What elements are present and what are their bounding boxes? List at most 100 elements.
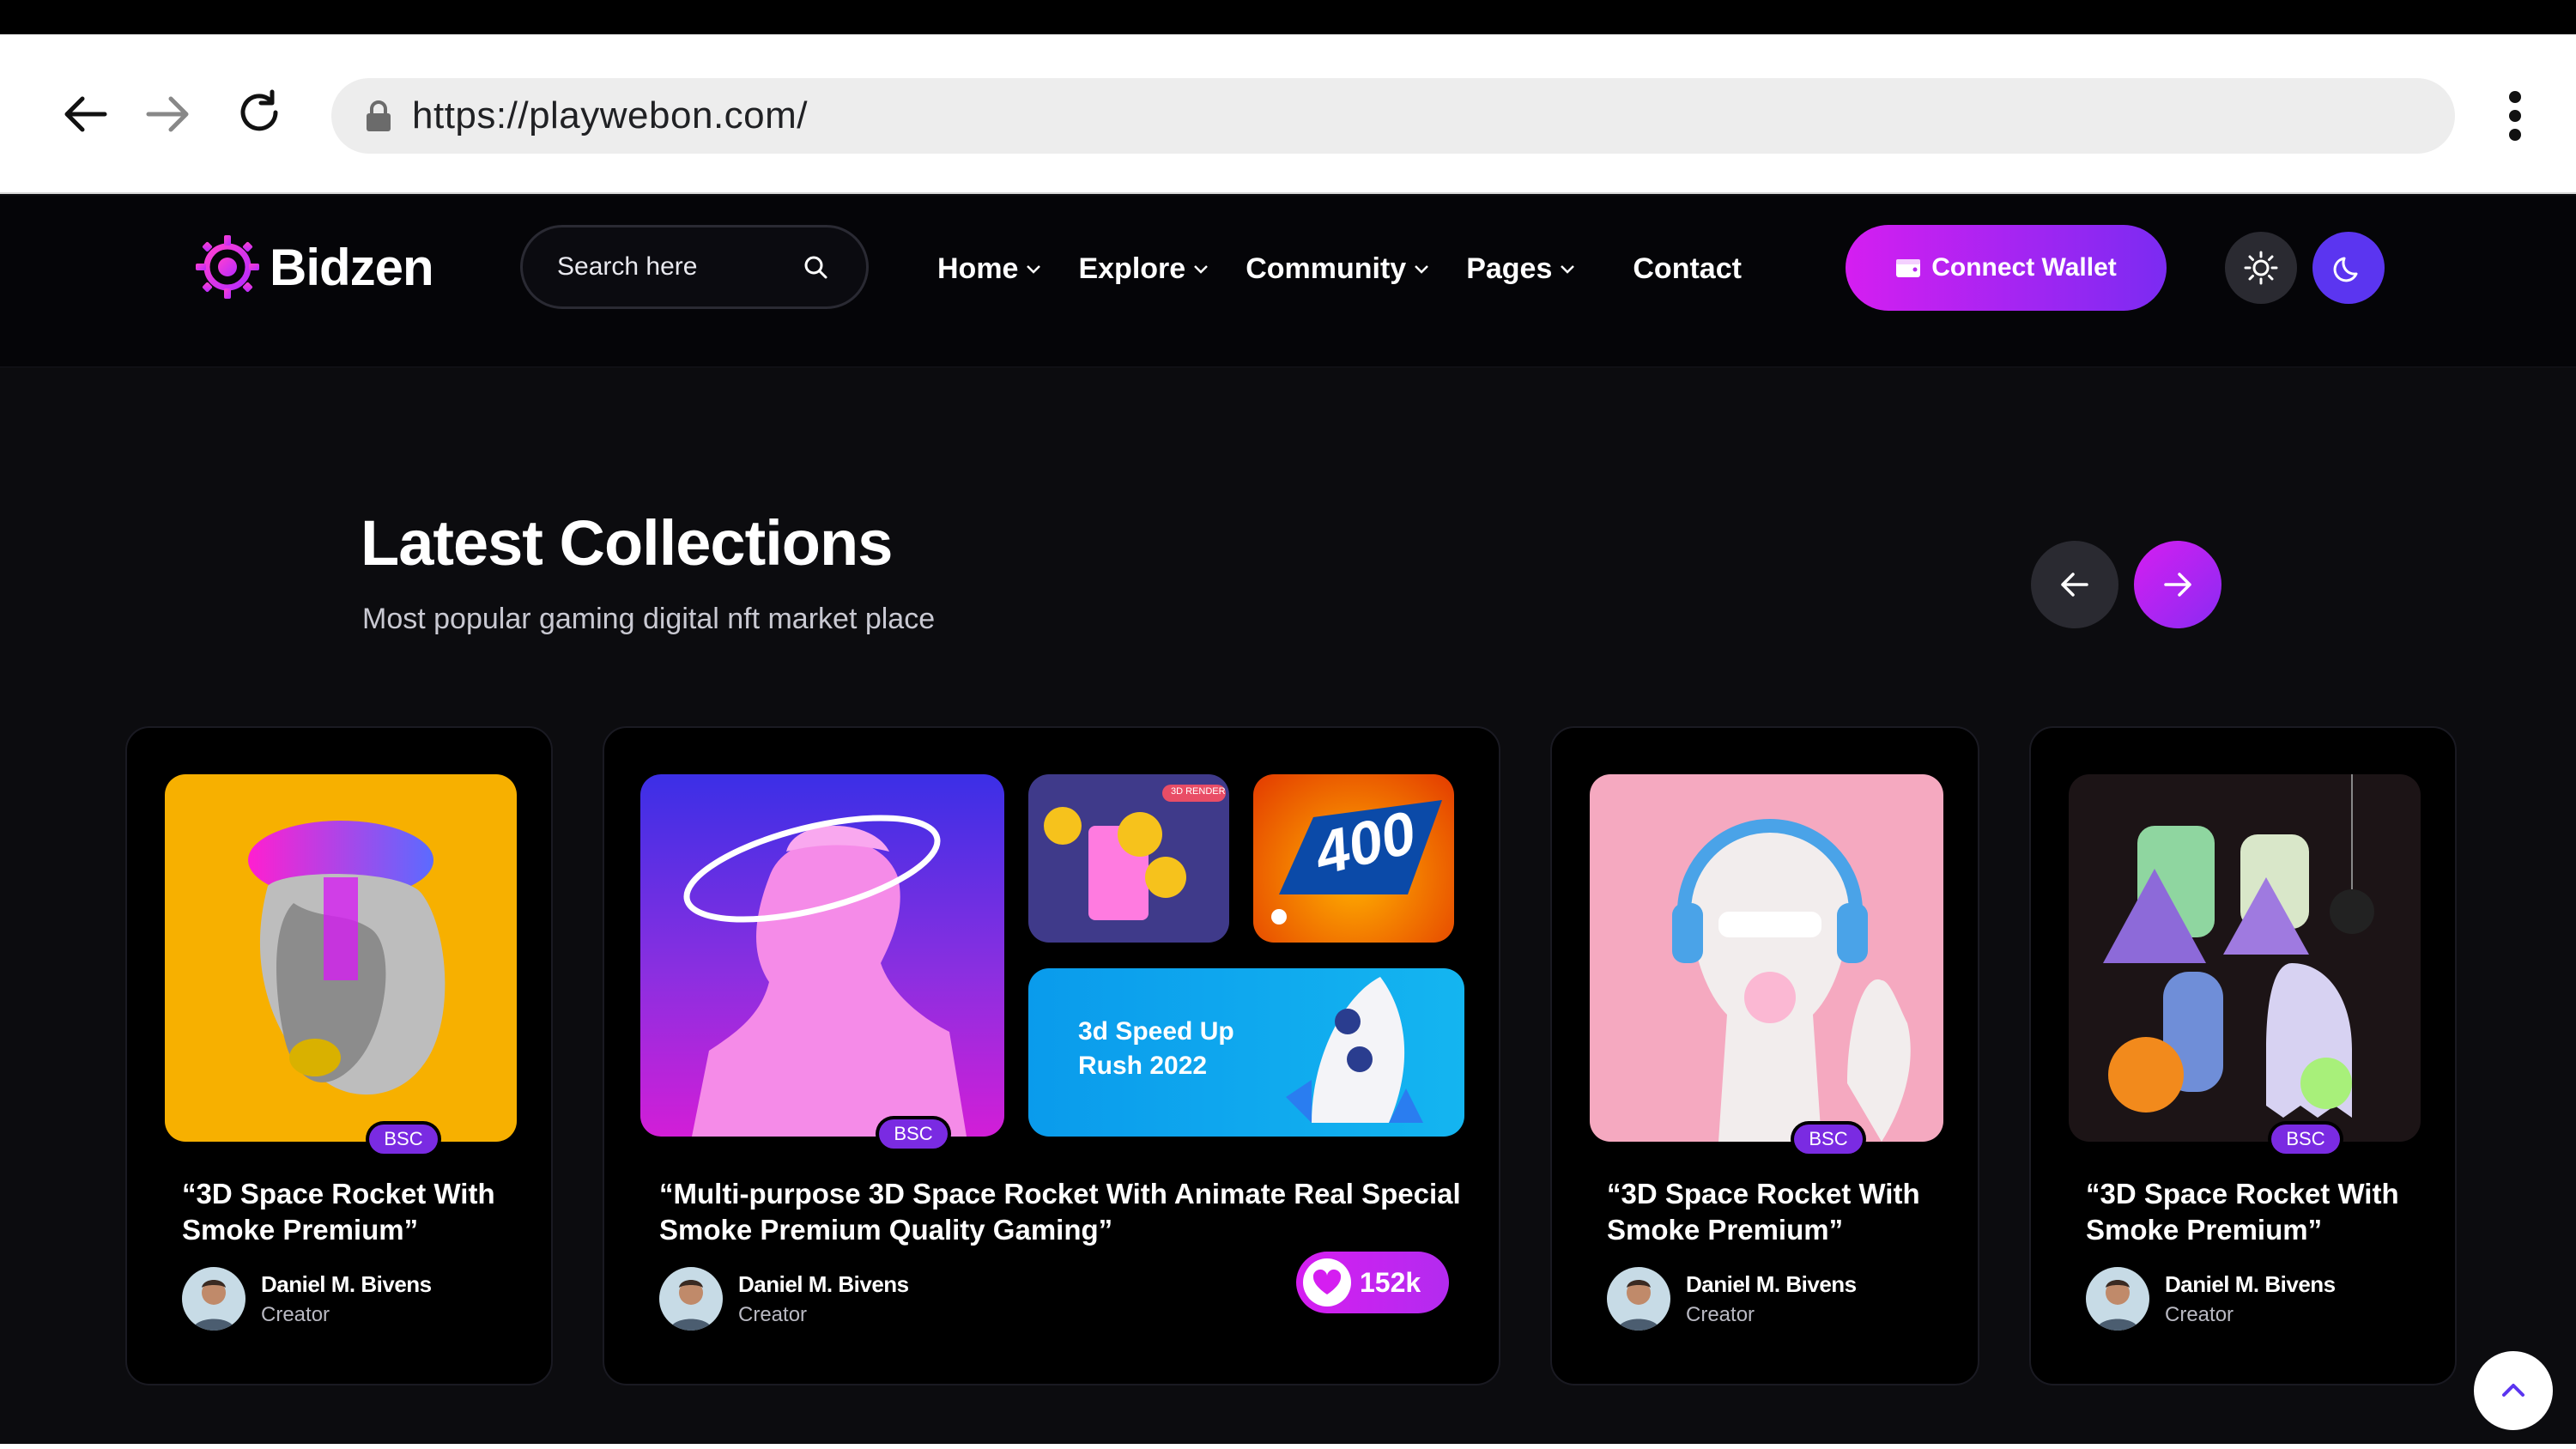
like-count: 152k <box>1360 1266 1421 1298</box>
author-name: Daniel M. Bivens <box>261 1270 432 1297</box>
card-title[interactable]: “Multi-purpose 3D Space Rocket With Anim… <box>659 1176 1461 1248</box>
avatar <box>659 1267 723 1331</box>
forward-button[interactable] <box>129 76 206 153</box>
search-icon[interactable] <box>803 254 828 280</box>
author-role: Creator <box>1686 1302 1755 1326</box>
nav-contact[interactable]: Contact <box>1633 247 1742 290</box>
site-header: Bidzen Search here Home Explore Communit… <box>0 196 2576 367</box>
chevron-down-icon <box>1415 265 1429 274</box>
halloween-illustration <box>2103 774 2374 1118</box>
avatar <box>2086 1267 2149 1331</box>
statue-head-illustration <box>248 821 445 1095</box>
moon-icon <box>2333 257 2358 282</box>
card-title[interactable]: “3D Space Rocket With Smoke Premium” <box>1607 1176 1920 1248</box>
lock-icon <box>367 100 391 131</box>
reload-icon <box>240 89 278 131</box>
browser-toolbar: https://playwebon.com/ <box>0 34 2576 194</box>
dot <box>2509 129 2521 141</box>
logo-text: Bidzen <box>270 238 434 296</box>
connect-wallet-label: Connect Wallet <box>1931 253 2117 282</box>
wallet-icon <box>1896 259 1921 277</box>
card-image-main <box>640 774 1004 1137</box>
card-image <box>1590 774 1943 1142</box>
site-logo[interactable]: Bidzen <box>194 233 434 300</box>
card-title-line: Smoke Premium Quality Gaming” <box>659 1214 1113 1246</box>
card-title[interactable]: “3D Space Rocket With Smoke Premium” <box>182 1176 495 1248</box>
card-image <box>2069 774 2421 1142</box>
search-placeholder: Search here <box>557 252 698 281</box>
chain-badge: BSC <box>2271 1125 2340 1154</box>
connect-wallet-button[interactable]: Connect Wallet <box>1846 225 2167 311</box>
author-name: Daniel M. Bivens <box>738 1270 909 1297</box>
card-author[interactable]: Daniel M. Bivens Creator <box>659 1267 909 1331</box>
sun-icon <box>2244 251 2278 285</box>
card-title-line: “3D Space Rocket With <box>2086 1178 2399 1210</box>
heart-icon <box>1312 1269 1342 1294</box>
dot <box>2509 110 2521 122</box>
arrow-left-icon <box>2061 573 2088 597</box>
collection-card[interactable]: BSC “3D Space Rocket With Smoke Premium”… <box>1550 726 1979 1385</box>
author-name: Daniel M. Bivens <box>1686 1270 1857 1297</box>
like-button[interactable]: 152k <box>1296 1252 1449 1313</box>
coins-illustration <box>1044 785 1226 920</box>
chain-badge: BSC <box>369 1125 438 1154</box>
card-image-speed: 400 <box>1253 774 1454 943</box>
card-title-line: Smoke Premium” <box>182 1214 419 1246</box>
card-image <box>165 774 517 1142</box>
chevron-down-icon <box>1194 265 1209 274</box>
nav-home[interactable]: Home <box>937 247 1042 290</box>
author-name: Daniel M. Bivens <box>2165 1270 2336 1297</box>
carousel-next-button[interactable] <box>2134 541 2221 628</box>
collection-card[interactable]: BSC “3D Space Rocket With Smoke Premium”… <box>2029 726 2457 1385</box>
nav-home-label: Home <box>937 252 1019 285</box>
page-bottom-edge <box>0 1444 2576 1449</box>
render-tag: 3D RENDER <box>1171 786 1226 797</box>
statue-bust-illustration <box>683 815 967 1137</box>
collection-card[interactable]: BSC “3D Space Rocket With Smoke Premium”… <box>125 726 553 1385</box>
site-search-input[interactable]: Search here <box>520 225 869 309</box>
nav-explore[interactable]: Explore <box>1078 247 1209 290</box>
rocket-illustration <box>1286 977 1423 1123</box>
section-subtitle: Most popular gaming digital nft market p… <box>362 603 936 635</box>
author-role: Creator <box>2165 1302 2234 1326</box>
nav-pages-label: Pages <box>1466 252 1553 285</box>
carousel-prev-button[interactable] <box>2031 541 2118 628</box>
browser-menu-button[interactable] <box>2489 77 2541 155</box>
forward-arrow-icon <box>146 96 189 132</box>
back-button[interactable] <box>47 76 124 153</box>
main-nav: Home Explore Community Pages Contact <box>937 247 1742 290</box>
avatar <box>1607 1267 1670 1331</box>
author-role: Creator <box>261 1302 330 1326</box>
card-image-banner: 3d Speed Up Rush 2022 <box>1028 968 1464 1137</box>
nav-explore-label: Explore <box>1078 252 1186 285</box>
back-arrow-icon <box>64 96 107 132</box>
scroll-to-top-button[interactable] <box>2474 1351 2553 1430</box>
nav-pages[interactable]: Pages <box>1466 247 1576 290</box>
card-author[interactable]: Daniel M. Bivens Creator <box>1607 1267 1857 1331</box>
chevron-up-icon <box>2502 1384 2524 1397</box>
nav-community[interactable]: Community <box>1246 247 1430 290</box>
card-title-line: Smoke Premium” <box>1607 1214 1844 1246</box>
reload-button[interactable] <box>221 76 299 153</box>
chevron-down-icon <box>1027 265 1041 274</box>
more-vert-icon <box>2509 91 2521 103</box>
nav-community-label: Community <box>1246 252 1407 285</box>
nav-contact-label: Contact <box>1633 252 1742 285</box>
bidzen-logo-icon <box>196 235 259 299</box>
author-role: Creator <box>738 1302 808 1326</box>
dark-mode-button[interactable] <box>2312 232 2385 304</box>
chain-badge: BSC <box>879 1119 948 1149</box>
os-status-bar <box>0 0 2576 34</box>
address-bar[interactable]: https://playwebon.com/ <box>331 78 2455 154</box>
card-title-line: “3D Space Rocket With <box>182 1178 495 1210</box>
card-title[interactable]: “3D Space Rocket With Smoke Premium” <box>2086 1176 2399 1248</box>
light-mode-button[interactable] <box>2225 232 2297 304</box>
card-author[interactable]: Daniel M. Bivens Creator <box>182 1267 432 1331</box>
card-image-coins: 3D RENDER <box>1028 774 1229 943</box>
card-author[interactable]: Daniel M. Bivens Creator <box>2086 1267 2336 1331</box>
url-text: https://playwebon.com/ <box>412 94 809 136</box>
collection-card-featured[interactable]: BSC 3D RENDER 400 3d Speed Up Rush 2022 … <box>603 726 1500 1385</box>
chain-badge: BSC <box>1794 1125 1863 1154</box>
card-title-line: “3D Space Rocket With <box>1607 1178 1920 1210</box>
chevron-down-icon <box>1561 265 1575 274</box>
